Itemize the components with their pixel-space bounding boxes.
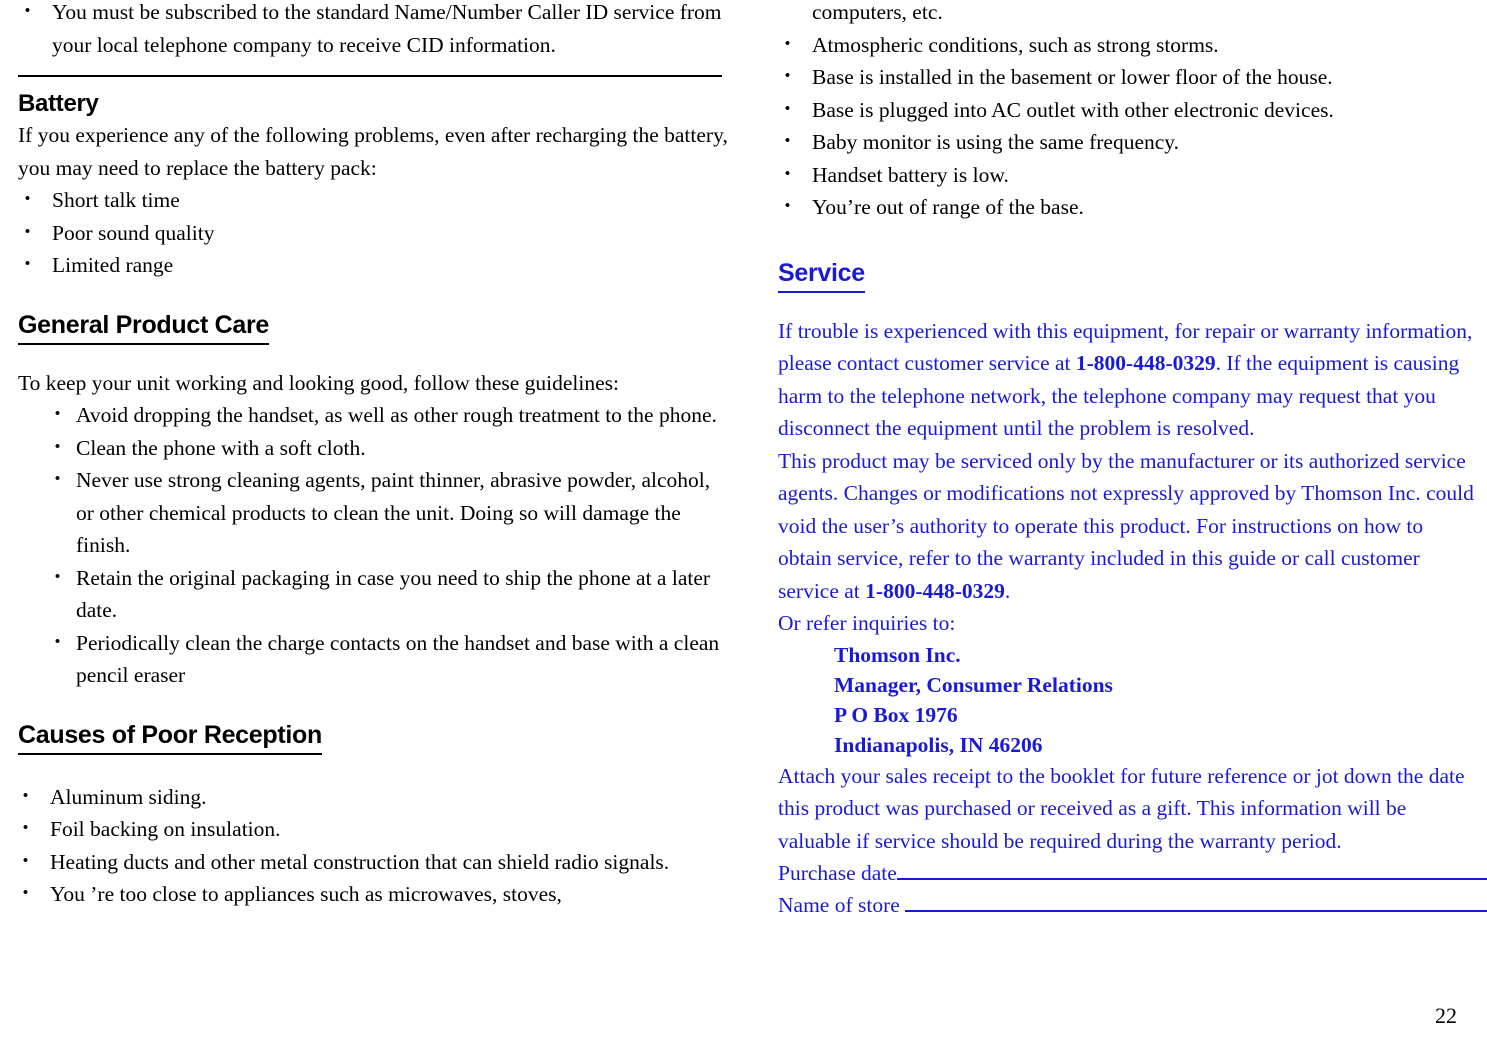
general-product-care-heading: General Product Care bbox=[18, 308, 269, 345]
list-item: You ’re too close to appliances such as … bbox=[16, 878, 730, 911]
mailing-address-block: Thomson Inc. Manager, Consumer Relations… bbox=[834, 640, 1478, 760]
document-page: You must be subscribed to the standard N… bbox=[0, 0, 1487, 1041]
service-paragraph-1: If trouble is experienced with this equi… bbox=[778, 315, 1478, 445]
name-of-store-label: Name of store bbox=[778, 893, 906, 917]
list-item: Never use strong cleaning agents, paint … bbox=[48, 464, 730, 562]
list-item: Atmospheric conditions, such as strong s… bbox=[778, 29, 1478, 62]
list-item: Base is installed in the basement or low… bbox=[778, 61, 1478, 94]
purchase-date-row: Purchase date bbox=[778, 857, 1487, 889]
service-paragraph-2-part-b: . bbox=[1004, 578, 1011, 603]
list-item: Short talk time bbox=[18, 184, 730, 217]
customer-service-phone-1: 1-800-448-0329 bbox=[1075, 351, 1216, 375]
causes-of-poor-reception-heading: Causes of Poor Reception bbox=[18, 718, 322, 755]
page-number: 22 bbox=[1435, 1003, 1457, 1028]
general-product-care-intro: To keep your unit working and looking go… bbox=[18, 370, 620, 395]
cid-requirement-list: You must be subscribed to the standard N… bbox=[18, 0, 730, 61]
list-item: Foil backing on insulation. bbox=[16, 813, 730, 846]
list-item: Base is plugged into AC outlet with othe… bbox=[778, 94, 1478, 127]
causes-of-poor-reception-list: Aluminum siding. Foil backing on insulat… bbox=[16, 781, 730, 911]
address-line: Indianapolis, IN 46206 bbox=[834, 732, 1043, 757]
list-item: Periodically clean the charge contacts o… bbox=[48, 627, 730, 692]
reception-continuation-line: computers, etc. bbox=[812, 0, 943, 24]
address-line: Manager, Consumer Relations bbox=[834, 672, 1113, 697]
general-product-care-list: Avoid dropping the handset, as well as o… bbox=[48, 399, 730, 692]
purchase-date-label: Purchase date bbox=[778, 861, 897, 885]
name-of-store-row: Name of store bbox=[778, 889, 1487, 921]
service-paragraph-2: This product may be serviced only by the… bbox=[778, 445, 1478, 608]
list-item: Retain the original packaging in case yo… bbox=[48, 562, 730, 627]
list-item: Aluminum siding. bbox=[16, 781, 730, 814]
list-item: Limited range bbox=[18, 249, 730, 282]
purchase-date-write-in-line[interactable] bbox=[896, 861, 1487, 880]
customer-service-phone-2: 1-800-448-0329 bbox=[865, 578, 1005, 603]
name-of-store-write-in-line[interactable] bbox=[905, 893, 1487, 912]
service-paragraph-3: Attach your sales receipt to the booklet… bbox=[778, 763, 1465, 853]
right-column: computers, etc. Atmospheric conditions, … bbox=[778, 0, 1487, 921]
list-item: Poor sound quality bbox=[18, 217, 730, 250]
list-item: You’re out of range of the base. bbox=[778, 191, 1478, 224]
list-item: Handset battery is low. bbox=[778, 159, 1478, 192]
reception-causes-continued-list: Atmospheric conditions, such as strong s… bbox=[778, 29, 1478, 224]
address-line: P O Box 1976 bbox=[834, 702, 958, 727]
list-item: Baby monitor is using the same frequency… bbox=[778, 126, 1478, 159]
list-item: Avoid dropping the handset, as well as o… bbox=[48, 399, 730, 432]
battery-intro: If you experience any of the following p… bbox=[18, 123, 728, 180]
list-item: Clean the phone with a soft cloth. bbox=[48, 432, 730, 465]
list-item: Heating ducts and other metal constructi… bbox=[16, 846, 730, 879]
left-column: You must be subscribed to the standard N… bbox=[16, 0, 730, 911]
service-heading: Service bbox=[778, 256, 865, 293]
address-line: Thomson Inc. bbox=[834, 642, 961, 667]
list-item: You must be subscribed to the standard N… bbox=[18, 0, 730, 61]
battery-symptom-list: Short talk time Poor sound quality Limit… bbox=[18, 184, 730, 282]
battery-heading: Battery bbox=[18, 90, 99, 117]
refer-inquiries-line: Or refer inquiries to: bbox=[778, 611, 956, 635]
